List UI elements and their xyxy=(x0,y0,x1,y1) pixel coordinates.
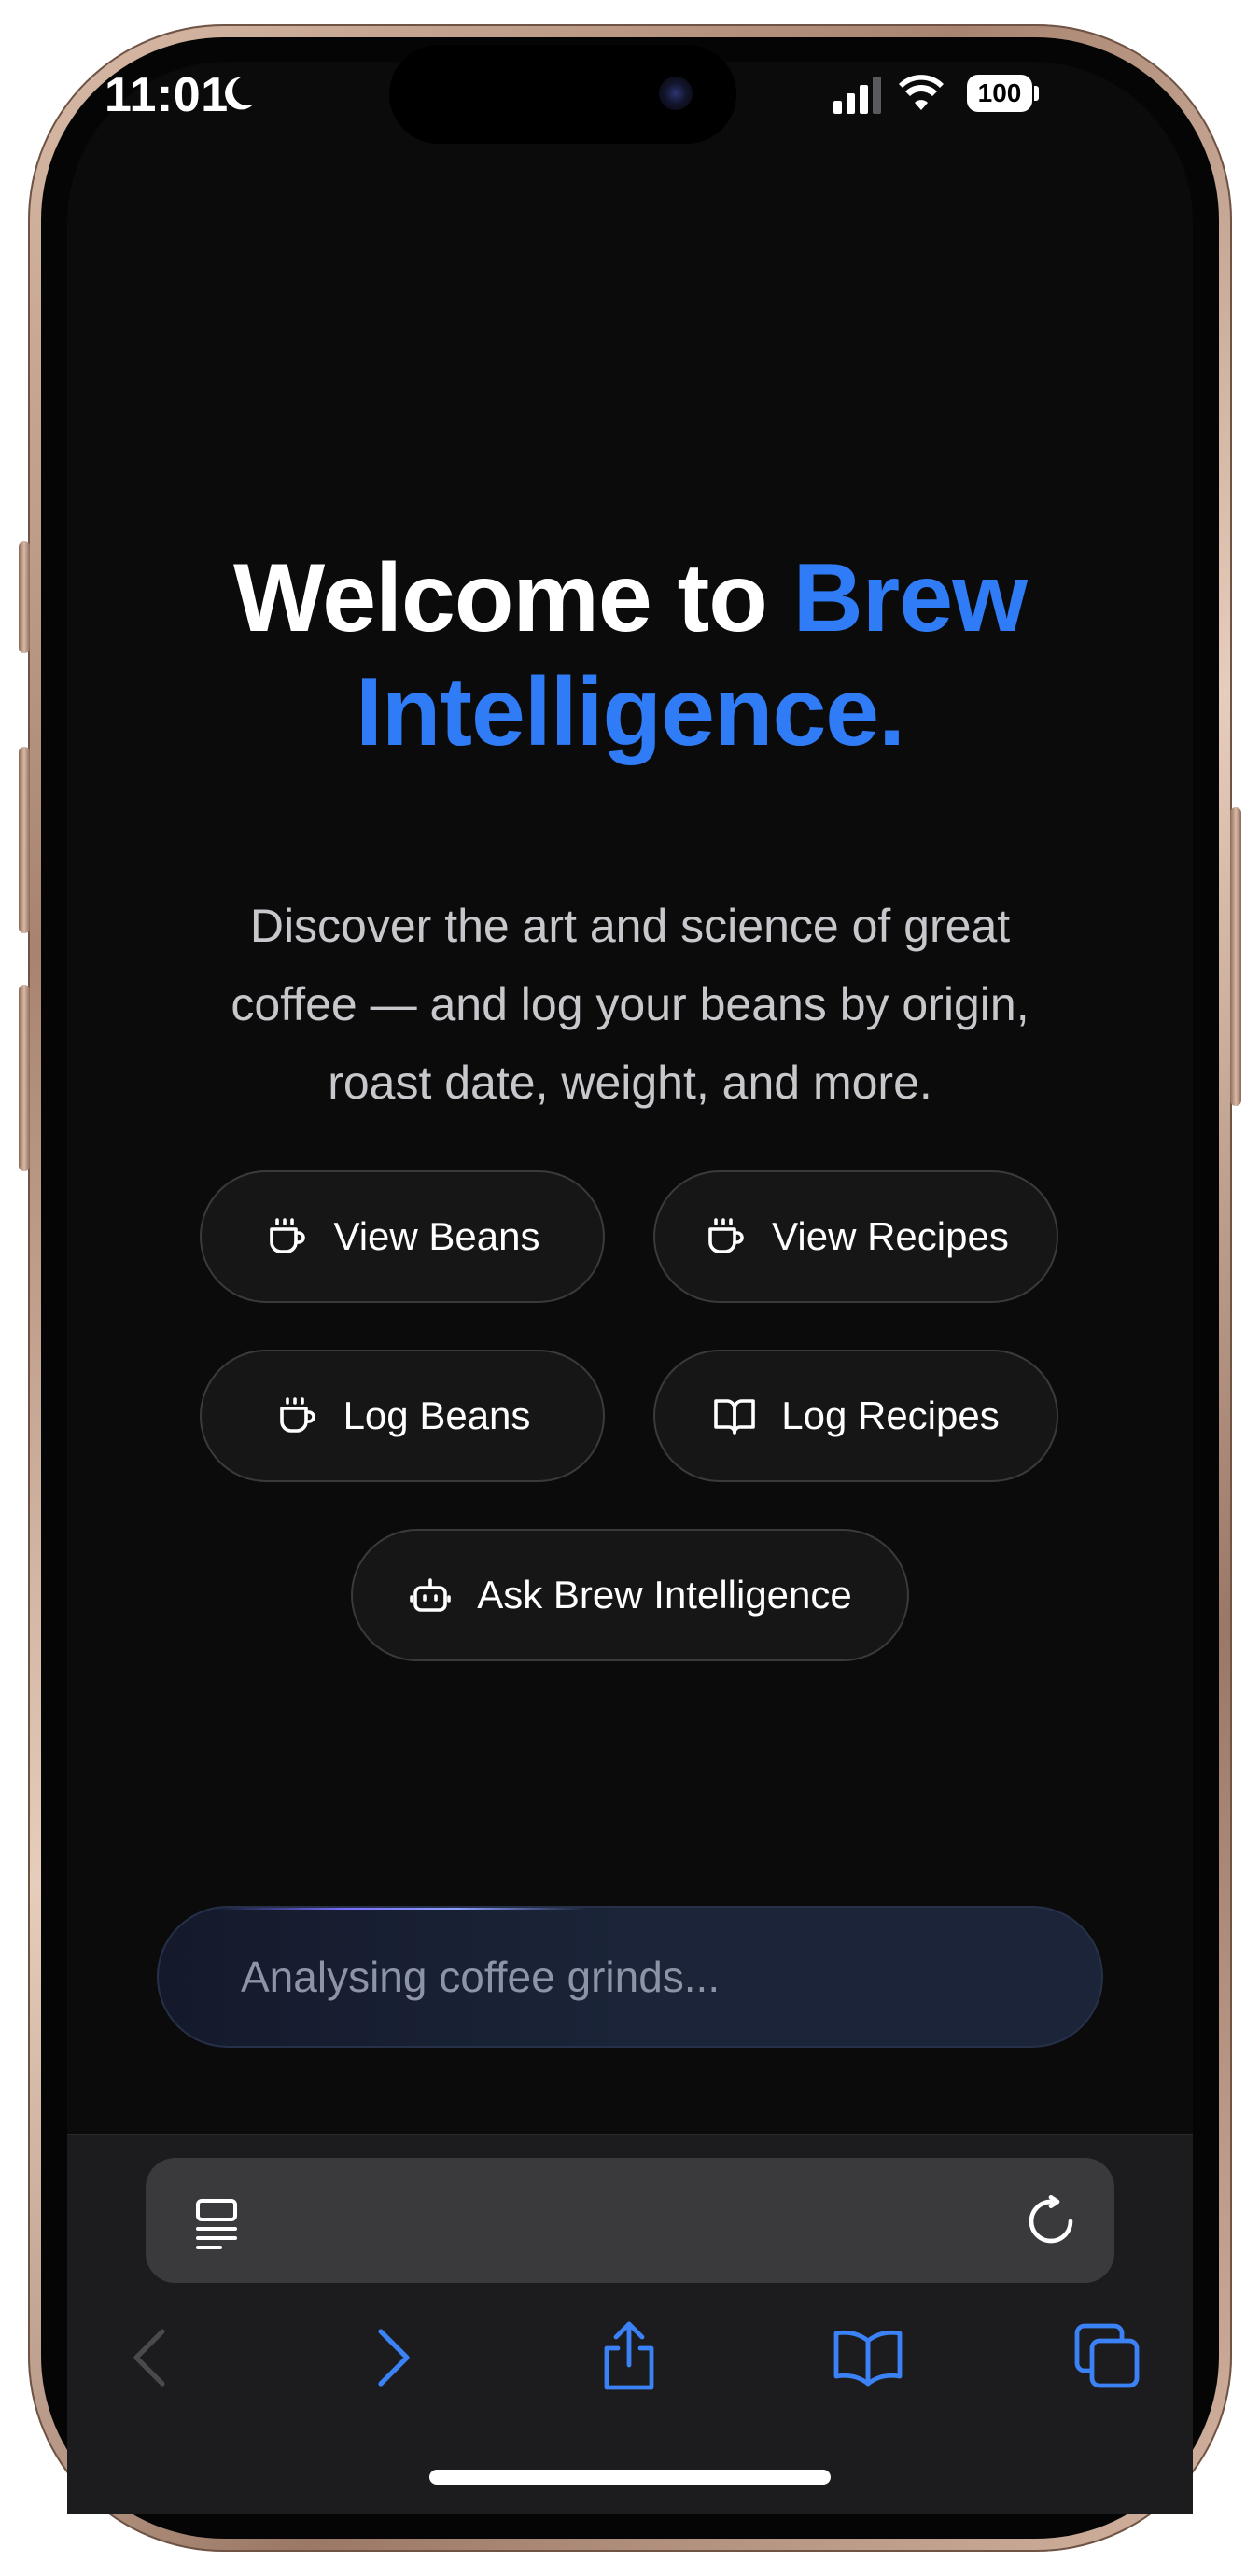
ask-label: Ask Brew Intelligence xyxy=(477,1573,852,1617)
back-icon[interactable] xyxy=(131,2328,168,2387)
tabs-icon[interactable] xyxy=(1073,2322,1141,2389)
robot-icon xyxy=(410,1578,452,1612)
analysis-status-bar: Analysing coffee grinds... xyxy=(157,1906,1103,2048)
view-beans-label: View Beans xyxy=(333,1214,540,1258)
log-beans-label: Log Beans xyxy=(343,1393,531,1437)
loading-text: Analysing coffee grinds... xyxy=(241,1953,721,2001)
coffee-cup-icon xyxy=(270,1218,306,1253)
page-subtitle: Discover the art and science of great co… xyxy=(231,900,1029,1109)
coffee-cup-icon xyxy=(708,1218,744,1253)
view-beans-button[interactable]: View Beans xyxy=(200,1170,605,1303)
view-recipes-label: View Recipes xyxy=(772,1214,1009,1258)
view-recipes-button[interactable]: View Recipes xyxy=(653,1170,1058,1303)
battery-icon: 100 xyxy=(967,75,1032,112)
front-camera xyxy=(659,77,693,110)
log-beans-button[interactable]: Log Beans xyxy=(200,1350,605,1482)
volume-down-button xyxy=(19,985,30,1171)
reload-icon[interactable] xyxy=(1025,2195,1077,2247)
log-recipes-button[interactable]: Log Recipes xyxy=(653,1350,1058,1482)
volume-up-button xyxy=(19,747,30,933)
home-indicator xyxy=(429,2470,831,2485)
page-title: Welcome to Brew Intelligence. xyxy=(67,541,1193,769)
moon-icon xyxy=(225,77,254,110)
ask-brew-intelligence-button[interactable]: Ask Brew Intelligence xyxy=(351,1529,909,1661)
log-recipes-label: Log Recipes xyxy=(781,1393,1000,1437)
status-time: 11:01 xyxy=(105,68,229,122)
signal-icon xyxy=(833,77,881,114)
open-book-icon xyxy=(714,1399,756,1435)
battery-cap xyxy=(1034,86,1039,101)
title-prefix: Welcome to xyxy=(233,544,793,652)
coffee-cup-icon xyxy=(279,1397,315,1433)
address-bar[interactable] xyxy=(146,2158,1114,2283)
forward-icon[interactable] xyxy=(375,2328,413,2387)
wifi-icon xyxy=(899,75,944,110)
bookmarks-icon[interactable] xyxy=(833,2328,903,2387)
action-button xyxy=(19,541,30,653)
share-icon[interactable] xyxy=(599,2320,659,2391)
reader-icon[interactable] xyxy=(194,2197,239,2249)
side-button xyxy=(1230,807,1241,1106)
